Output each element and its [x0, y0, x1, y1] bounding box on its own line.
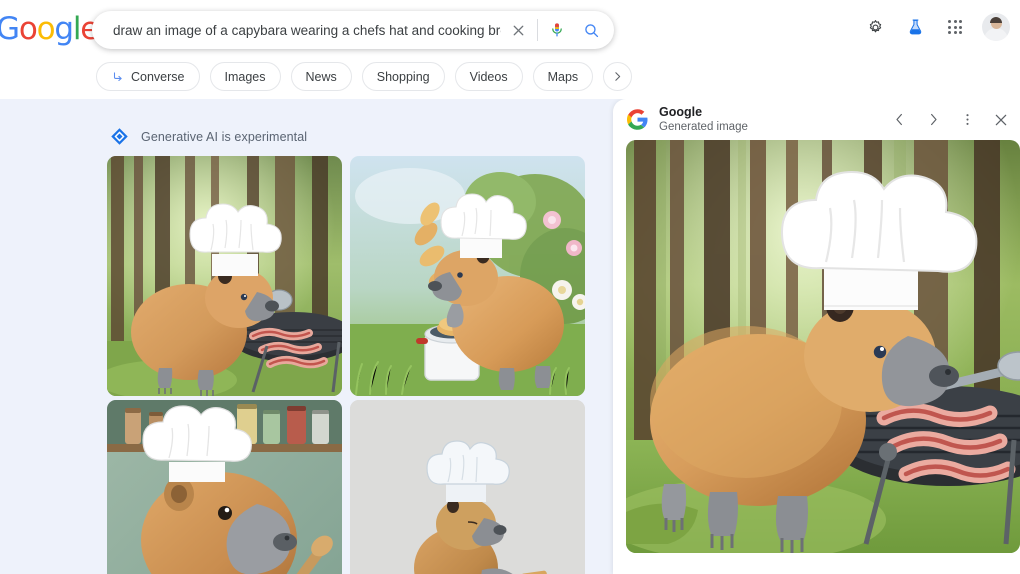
preview-image[interactable] [626, 140, 1020, 553]
close-panel-button[interactable] [984, 103, 1018, 137]
chip-label: News [305, 69, 337, 84]
close-icon [995, 114, 1007, 125]
generated-image-1[interactable] [107, 156, 342, 396]
image-forest-grill [107, 156, 342, 396]
chip-label: Converse [131, 69, 185, 84]
chevron-left-icon [895, 113, 902, 126]
chips-more-button[interactable] [603, 62, 633, 91]
search-bar[interactable] [92, 11, 614, 49]
close-icon [513, 25, 523, 35]
chip-images[interactable]: Images [209, 62, 281, 91]
chip-converse[interactable]: Converse [96, 62, 200, 91]
arrow-turn-down-right-icon [111, 70, 125, 84]
sparkle-diamond-icon [111, 128, 128, 145]
panel-header: Google Generated image [613, 99, 1020, 140]
generated-image-4[interactable] [350, 400, 585, 574]
next-image-button[interactable] [916, 103, 950, 137]
header-actions [862, 13, 1010, 41]
generative-ai-notice-label: Generative AI is experimental [141, 129, 308, 144]
chevron-right-icon [930, 113, 937, 126]
search-labs-button[interactable] [902, 14, 928, 40]
chip-label: Images [224, 69, 266, 84]
generated-image-2[interactable] [350, 156, 585, 396]
google-logo[interactable]: Google [0, 14, 99, 45]
clear-search-button[interactable] [501, 11, 535, 49]
search-divider [537, 19, 538, 41]
panel-action-buttons [882, 103, 1020, 137]
account-avatar[interactable] [982, 13, 1010, 41]
chip-news[interactable]: News [290, 62, 352, 91]
voice-search-button[interactable] [540, 11, 574, 49]
microphone-icon [552, 23, 562, 37]
chevron-right-icon [615, 72, 621, 81]
generated-images-grid [107, 156, 585, 574]
google-apps-grid-icon [948, 20, 962, 34]
image-garden-pancakes [350, 156, 585, 396]
more-options-button[interactable] [950, 103, 984, 137]
image-preview-panel: Google Generated image [613, 99, 1020, 574]
generated-image-3[interactable] [107, 400, 342, 574]
panel-source-title: Google [659, 105, 703, 119]
chip-shopping[interactable]: Shopping [361, 62, 445, 91]
panel-source-info: Google Generated image [659, 105, 882, 134]
search-input[interactable] [92, 11, 501, 49]
google-apps-button[interactable] [942, 14, 968, 40]
chip-videos[interactable]: Videos [454, 62, 523, 91]
labs-flask-icon [909, 18, 921, 34]
avatar-hair [990, 16, 1002, 23]
search-icon [584, 23, 598, 37]
settings-gear-button[interactable] [862, 14, 888, 40]
generative-ai-notice: Generative AI is experimental [110, 127, 307, 146]
settings-gear-icon [869, 19, 881, 32]
avatar-body [984, 28, 1008, 41]
chip-label: Maps [547, 69, 579, 84]
image-results-area: Generative AI is experimental [0, 99, 613, 574]
google-g-icon [627, 109, 648, 130]
image-kitchen-closeup [107, 400, 342, 574]
panel-source-subtitle: Generated image [659, 121, 748, 133]
chip-maps[interactable]: Maps [532, 62, 594, 91]
previous-image-button[interactable] [882, 103, 916, 137]
image-plate-toast [350, 400, 585, 574]
kebab-menu-icon [965, 114, 969, 125]
chip-label: Shopping [376, 69, 430, 84]
page-header: Google draw an image of a capybara weari… [0, 0, 1020, 99]
google-search-results-page: Google draw an image of a capybara weari… [0, 0, 1020, 574]
search-submit-button[interactable] [574, 11, 608, 49]
chip-label: Videos [469, 69, 508, 84]
search-filter-chips: Converse Images News Shopping Videos Map… [96, 62, 633, 91]
image-forest-grill-large [626, 140, 1020, 553]
